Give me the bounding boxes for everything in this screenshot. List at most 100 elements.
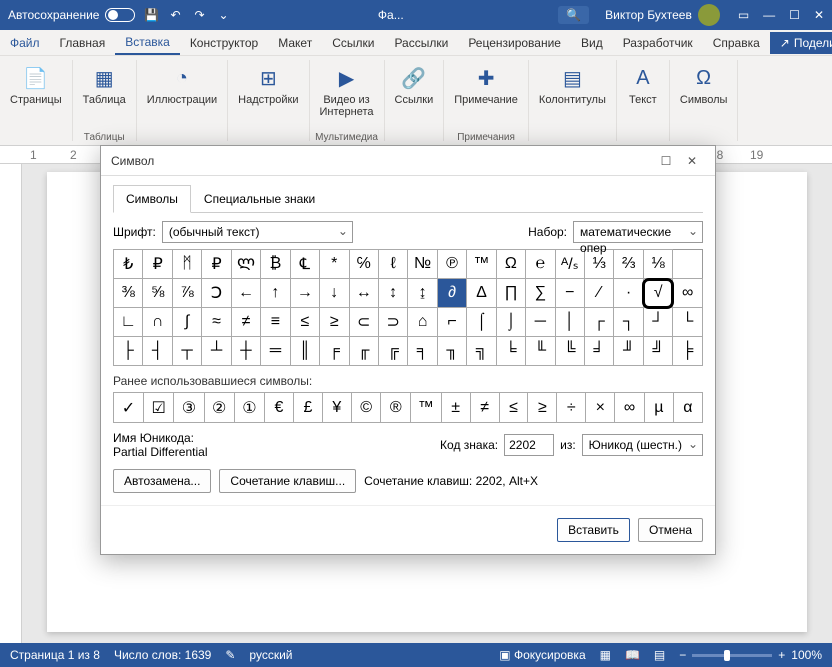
ribbon-table[interactable]: ▦ТаблицаТаблицы — [73, 60, 137, 141]
char-cell[interactable]: ⅞ — [172, 279, 201, 308]
char-cell[interactable]: ∙ — [614, 279, 643, 308]
char-cell[interactable]: ℄ — [290, 250, 319, 279]
ribbon-addins[interactable]: ⊞Надстройки — [228, 60, 309, 141]
char-cell[interactable]: ╕ — [408, 337, 437, 366]
char-cell[interactable]: ∞ — [673, 279, 703, 308]
char-cell[interactable]: ⊂ — [349, 308, 378, 337]
char-cell[interactable]: ∫ — [172, 308, 201, 337]
ribbon-symbols[interactable]: ΩСимволы — [670, 60, 739, 141]
recent-char-cell[interactable]: ② — [204, 393, 234, 423]
status-language[interactable]: русский — [249, 648, 292, 662]
char-cell[interactable]: ╙ — [526, 337, 555, 366]
recent-char-cell[interactable]: ① — [234, 393, 264, 423]
autocorrect-button[interactable]: Автозамена... — [113, 469, 211, 493]
tab-help[interactable]: Справка — [703, 32, 770, 54]
save-icon[interactable]: 💾 — [143, 7, 159, 23]
status-words[interactable]: Число слов: 1639 — [114, 648, 211, 662]
char-cell[interactable]: ╒ — [320, 337, 349, 366]
char-cell[interactable]: ⅝ — [143, 279, 172, 308]
char-cell[interactable]: ≠ — [231, 308, 260, 337]
tab-special-chars[interactable]: Специальные знаки — [191, 185, 328, 213]
char-cell[interactable]: Ლ — [231, 250, 260, 279]
redo-icon[interactable]: ↷ — [191, 7, 207, 23]
from-select[interactable]: Юникод (шестн.) — [582, 434, 703, 456]
char-cell[interactable]: ╜ — [614, 337, 643, 366]
char-cell[interactable]: ⅛ — [643, 250, 672, 279]
char-cell[interactable]: ᛗ — [172, 250, 201, 279]
char-cell[interactable]: ∕ — [585, 279, 614, 308]
recent-char-cell[interactable]: ≠ — [470, 393, 499, 423]
ribbon-video[interactable]: ▶Видео из ИнтернетаМультимедиа — [310, 60, 385, 141]
tab-developer[interactable]: Разработчик — [613, 32, 703, 54]
recent-char-cell[interactable]: £ — [293, 393, 322, 423]
recent-char-cell[interactable]: α — [673, 393, 702, 423]
minimize-icon[interactable]: — — [763, 8, 775, 22]
char-cell[interactable]: ↑ — [261, 279, 290, 308]
char-cell[interactable]: ┼ — [231, 337, 260, 366]
recent-char-cell[interactable]: ☑ — [144, 393, 174, 423]
tab-file[interactable]: Файл — [0, 32, 50, 54]
char-cell[interactable]: ℅ — [349, 250, 378, 279]
recent-char-cell[interactable]: ™ — [411, 393, 442, 423]
share-button[interactable]: ↗ Поделиться — [770, 32, 832, 54]
zoom-control[interactable]: − + 100% — [679, 648, 822, 662]
char-cell[interactable]: ┐ — [614, 308, 643, 337]
char-cell[interactable]: ═ — [261, 337, 290, 366]
focus-mode-button[interactable]: ▣ Фокусировка — [499, 648, 585, 662]
char-cell[interactable]: ─ — [526, 308, 555, 337]
tab-mailings[interactable]: Рассылки — [384, 32, 458, 54]
char-cell[interactable]: ┴ — [202, 337, 231, 366]
recent-char-cell[interactable]: ¥ — [322, 393, 351, 423]
qat-dropdown-icon[interactable]: ⌄ — [215, 7, 231, 23]
char-cell[interactable]: ≥ — [320, 308, 349, 337]
view-web-icon[interactable]: ▤ — [654, 648, 665, 662]
char-cell[interactable]: Ω — [496, 250, 525, 279]
char-cell[interactable]: ↓ — [320, 279, 349, 308]
char-cell[interactable]: ╖ — [437, 337, 466, 366]
char-cell[interactable]: ⊃ — [378, 308, 407, 337]
char-cell[interactable]: → — [290, 279, 319, 308]
insert-button[interactable]: Вставить — [557, 518, 630, 542]
char-cell[interactable]: ╛ — [585, 337, 614, 366]
status-page[interactable]: Страница 1 из 8 — [10, 648, 100, 662]
char-cell[interactable]: ╘ — [496, 337, 525, 366]
char-cell[interactable]: ≤ — [290, 308, 319, 337]
recent-char-cell[interactable]: ≥ — [528, 393, 557, 423]
recent-char-cell[interactable]: ∞ — [615, 393, 645, 423]
tab-symbols[interactable]: Символы — [113, 185, 191, 213]
view-print-icon[interactable]: ▦ — [600, 648, 611, 662]
recent-char-cell[interactable]: © — [351, 393, 381, 423]
tab-home[interactable]: Главная — [50, 32, 116, 54]
cancel-button[interactable]: Отмена — [638, 518, 703, 542]
tab-review[interactable]: Рецензирование — [458, 32, 571, 54]
char-cell[interactable]: ∑ — [526, 279, 555, 308]
char-cell[interactable]: ℗ — [437, 250, 466, 279]
char-cell[interactable]: ⅔ — [614, 250, 643, 279]
ribbon-text[interactable]: AТекст — [617, 60, 670, 141]
recent-char-cell[interactable]: ≤ — [499, 393, 528, 423]
view-read-icon[interactable]: 📖 — [625, 648, 640, 662]
char-cell[interactable]: ║ — [290, 337, 319, 366]
autosave-toggle[interactable]: Автосохранение — [8, 8, 135, 22]
char-cell[interactable]: ┌ — [585, 308, 614, 337]
recent-char-cell[interactable]: ✓ — [114, 393, 144, 423]
recent-char-cell[interactable]: € — [265, 393, 294, 423]
char-cell[interactable]: ₽ — [143, 250, 172, 279]
tab-design[interactable]: Конструктор — [180, 32, 268, 54]
char-cell[interactable]: ⌠ — [467, 308, 496, 337]
dialog-maximize-icon[interactable]: ☐ — [653, 154, 679, 168]
char-cell[interactable]: └ — [673, 308, 703, 337]
tab-view[interactable]: Вид — [571, 32, 613, 54]
char-cell[interactable]: ™ — [467, 250, 496, 279]
ribbon-illustrations[interactable]: ◔Иллюстрации — [137, 60, 228, 141]
char-cell[interactable]: ⌡ — [496, 308, 525, 337]
char-cell[interactable]: ∏ — [496, 279, 525, 308]
ribbon-comment[interactable]: ✚ПримечаниеПримечания — [444, 60, 529, 141]
shortcut-key-button[interactable]: Сочетание клавиш... — [219, 469, 356, 493]
code-input[interactable] — [504, 434, 554, 456]
char-cell[interactable]: ╚ — [555, 337, 584, 366]
user-account[interactable]: Виктор Бухтеев — [605, 4, 720, 26]
char-cell[interactable]: ₿ — [261, 250, 290, 279]
char-cell[interactable]: № — [408, 250, 437, 279]
recent-char-cell[interactable]: × — [586, 393, 615, 423]
